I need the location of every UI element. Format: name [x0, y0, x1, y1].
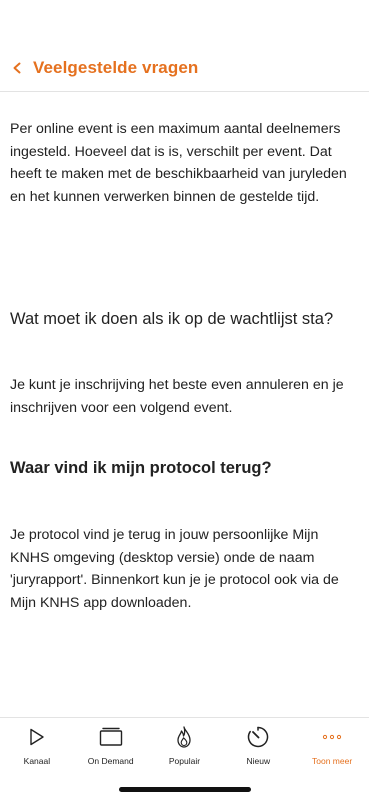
- home-indicator[interactable]: [119, 787, 251, 792]
- timer-icon: [248, 726, 269, 748]
- more-icon: [322, 734, 342, 740]
- tv-icon: [99, 727, 122, 746]
- faq-question: Waar vind ik mijn protocol terug?: [10, 459, 272, 477]
- faq-answer: Je kunt je inschrijving het beste even a…: [10, 377, 344, 416]
- page-title: Veelgestelde vragen: [33, 57, 199, 77]
- faq-screen: Veelgestelde vragen Per online event is …: [0, 0, 369, 800]
- chevron-left-icon: [13, 62, 21, 73]
- tab-label: Nieuw: [246, 756, 271, 766]
- bottom-tab-bar: Kanaal On Demand Populair Nieuw Toon mee…: [0, 717, 369, 800]
- intro-paragraph: Per online event is een maximum aantal d…: [10, 121, 347, 205]
- tab-label: Populair: [168, 756, 201, 766]
- nav-header: Veelgestelde vragen: [0, 44, 369, 92]
- faq-content[interactable]: Per online event is een maximum aantal d…: [0, 93, 369, 717]
- tab-label: Kanaal: [23, 756, 51, 766]
- tab-label: Toon meer: [311, 756, 353, 766]
- tab-toon-meer[interactable]: Toon meer: [296, 724, 368, 770]
- tab-nieuw[interactable]: Nieuw: [222, 724, 294, 770]
- tab-kanaal[interactable]: Kanaal: [1, 724, 73, 770]
- back-button[interactable]: [0, 44, 24, 91]
- flame-icon: [177, 726, 192, 748]
- tab-label: On Demand: [87, 756, 134, 766]
- tab-on-demand[interactable]: On Demand: [75, 724, 147, 770]
- faq-answer: Je protocol vind je terug in jouw persoo…: [10, 527, 339, 611]
- play-icon: [30, 728, 44, 746]
- faq-question: Wat moet ik doen als ik op de wachtlijst…: [10, 310, 334, 328]
- tab-populair[interactable]: Populair: [148, 724, 220, 770]
